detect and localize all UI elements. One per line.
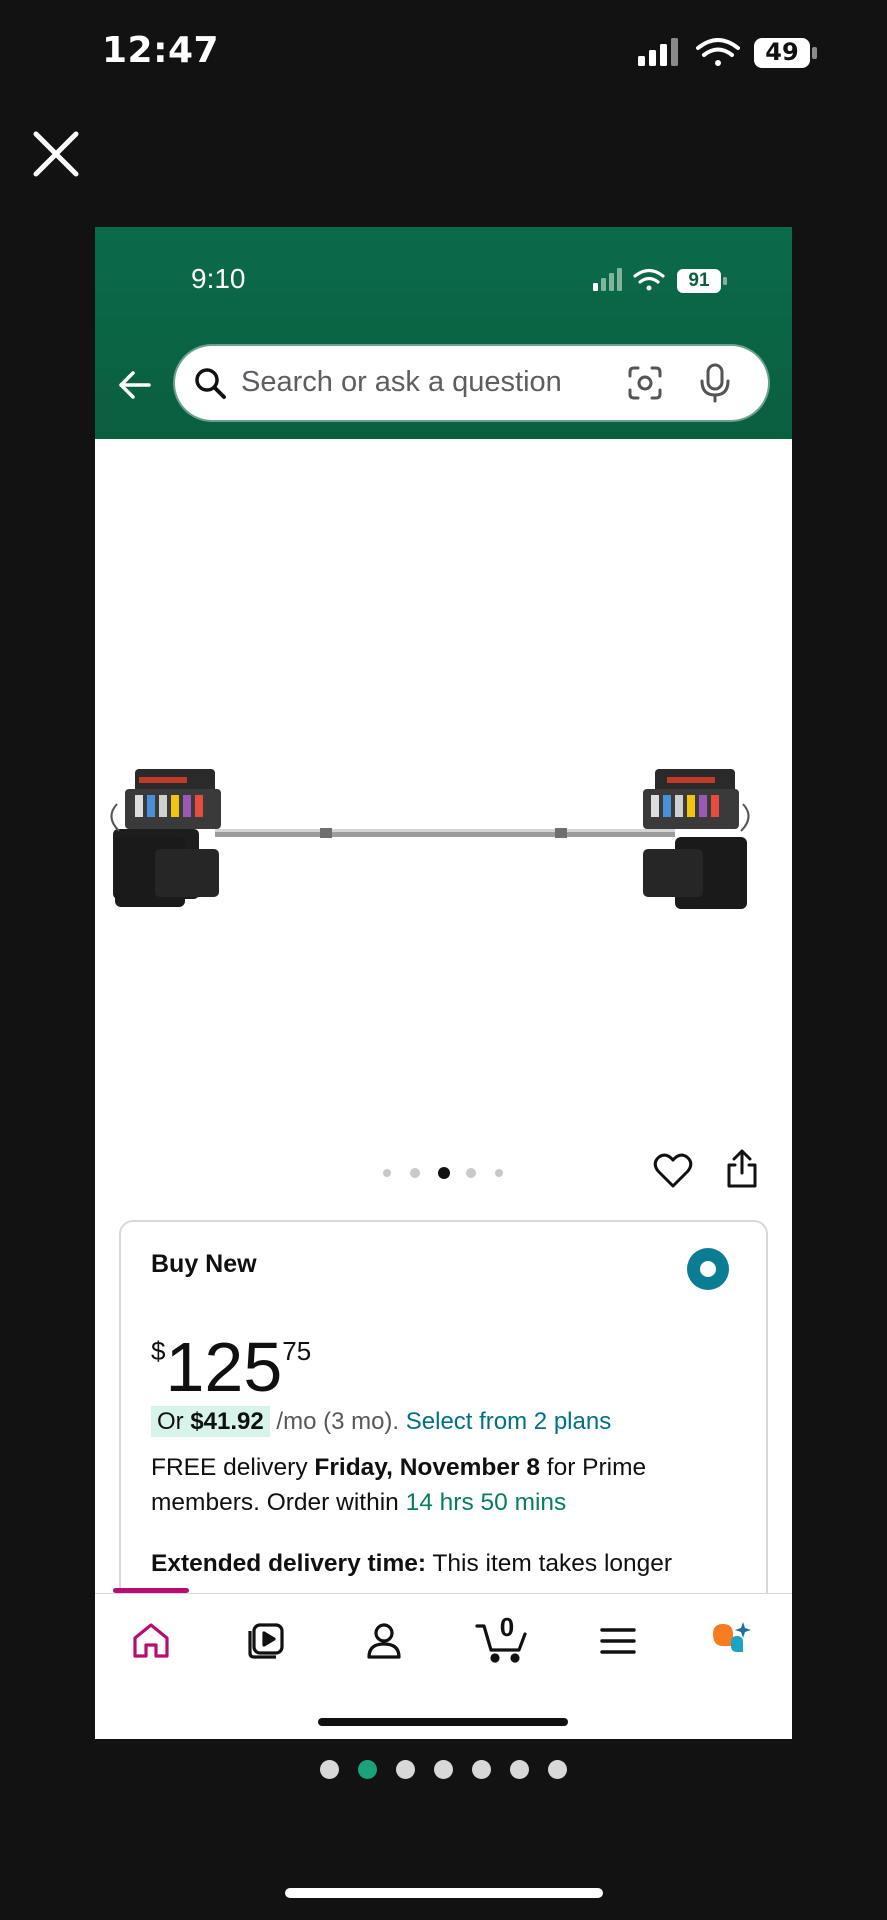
installment-offer: Or $41.92 /mo (3 mo). Select from 2 plan…	[151, 1406, 611, 1437]
pager-dot[interactable]	[396, 1760, 415, 1779]
buy-new-radio[interactable]	[687, 1248, 729, 1290]
extended-label: Extended delivery time:	[151, 1550, 427, 1577]
extended-delivery: Extended delivery time: This item takes …	[151, 1550, 761, 1578]
close-icon[interactable]	[30, 128, 82, 180]
app-header: 9:10 91 Search or ask a question	[95, 227, 792, 439]
pager-dot[interactable]	[510, 1760, 529, 1779]
carousel-dot[interactable]	[410, 1168, 420, 1178]
delivery-info: FREE delivery Friday, November 8 for Pri…	[151, 1450, 751, 1520]
back-arrow-icon[interactable]	[115, 365, 155, 405]
video-icon[interactable]	[243, 1618, 289, 1664]
heart-icon[interactable]	[653, 1152, 693, 1190]
carousel-dot[interactable]	[495, 1169, 503, 1177]
wifi-icon	[633, 268, 665, 291]
delivery-countdown: 14 hrs 50 mins	[405, 1489, 567, 1516]
radio-dot	[700, 1261, 716, 1277]
cellular-signal-icon	[593, 268, 622, 291]
product-image[interactable]	[95, 439, 792, 1159]
microphone-icon[interactable]	[697, 363, 733, 403]
pager-dot[interactable]	[320, 1760, 339, 1779]
screenshot-pager[interactable]	[318, 1758, 570, 1782]
pager-dot[interactable]	[548, 1760, 567, 1779]
price-currency: $	[151, 1336, 166, 1366]
bottom-nav: 0	[95, 1588, 792, 1739]
pager-dot-active[interactable]	[358, 1760, 377, 1779]
nav-active-indicator	[113, 1588, 189, 1593]
delivery-date: Friday, November 8	[314, 1454, 540, 1481]
installment-term: /mo (3 mo).	[269, 1408, 406, 1435]
menu-icon[interactable]	[595, 1618, 641, 1664]
extended-text: This item takes longer	[426, 1550, 673, 1577]
search-icon	[193, 366, 227, 400]
camera-lens-icon[interactable]	[627, 365, 663, 401]
cart-count: 0	[499, 1612, 515, 1642]
home-indicator	[318, 1718, 568, 1726]
price-whole: 125	[165, 1328, 283, 1406]
search-placeholder: Search or ask a question	[241, 366, 562, 398]
inner-status-time: 9:10	[191, 263, 246, 294]
outer-status-icons: 49	[636, 36, 822, 70]
search-input[interactable]: Search or ask a question	[175, 346, 768, 420]
pager-dot[interactable]	[472, 1760, 491, 1779]
home-icon[interactable]	[128, 1618, 174, 1664]
installment-prefix: Or	[157, 1408, 191, 1435]
price: $12575	[151, 1332, 311, 1402]
select-plans-link[interactable]: Select from 2 plans	[406, 1408, 611, 1435]
delivery-lead: FREE delivery	[151, 1454, 315, 1481]
installment-highlight: Or $41.92	[151, 1406, 270, 1437]
cart-icon[interactable]: 0	[475, 1612, 531, 1664]
app-screenshot-frame: 9:10 91 Search or ask a question Buy New…	[95, 227, 792, 1739]
cellular-signal-icon	[638, 38, 678, 66]
inner-status-icons: 91	[593, 267, 733, 295]
outer-status-time: 12:47	[102, 30, 220, 71]
installment-amount: $41.92	[190, 1408, 264, 1435]
account-icon[interactable]	[361, 1618, 407, 1664]
outer-battery-level: 49	[765, 38, 799, 66]
inner-battery-level: 91	[688, 270, 710, 291]
outer-home-indicator	[285, 1888, 603, 1898]
wifi-icon	[696, 38, 740, 66]
image-carousel-dots[interactable]	[375, 1164, 505, 1182]
pager-dot[interactable]	[434, 1760, 453, 1779]
price-fraction: 75	[282, 1336, 312, 1366]
rufus-assistant-icon[interactable]	[707, 1618, 753, 1664]
carousel-dot[interactable]	[466, 1168, 476, 1178]
share-icon[interactable]	[725, 1149, 759, 1189]
buy-new-title: Buy New	[151, 1250, 257, 1278]
carousel-dot-active[interactable]	[438, 1167, 450, 1179]
carousel-dot[interactable]	[383, 1169, 391, 1177]
